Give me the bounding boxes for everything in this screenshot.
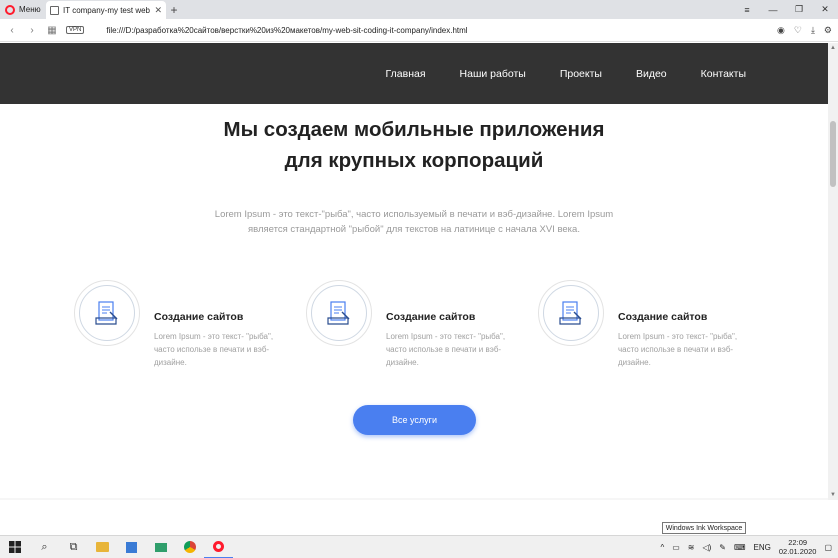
vpn-badge[interactable]: VPN [66, 26, 85, 34]
address-bar: ‹ › ▦ VPN file:///D:/разработка%20сайтов… [0, 19, 838, 42]
nav-link-contacts[interactable]: Контакты [701, 68, 746, 80]
task-view-icon[interactable]: ⧉ [59, 536, 88, 558]
page-scrollbar[interactable]: ▲ ▼ [828, 43, 838, 500]
file-explorer-icon[interactable] [88, 536, 117, 558]
windows-taskbar: ⌕ ⧉ ^ ▭ ≋ ◁) ✎ ⌨ ENG 22:09 02.01.2020 ▢ [0, 535, 838, 558]
menu-label: Меню [19, 5, 41, 14]
scrollbar-thumb[interactable] [830, 121, 836, 187]
service-description: Lorem Ipsum - это текст- "рыба", часто и… [154, 332, 274, 367]
nav-link-video[interactable]: Видео [636, 68, 667, 80]
nav-link-home[interactable]: Главная [386, 68, 426, 80]
heart-icon[interactable]: ♡ [794, 25, 802, 36]
tab-title: IT company-my test web si [63, 5, 151, 15]
nav-link-projects[interactable]: Проекты [560, 68, 602, 80]
browser-tab[interactable]: IT company-my test web si ✕ [46, 1, 166, 19]
hero-title-line1: Мы создаем мобильные приложения [223, 118, 605, 141]
chrome-icon[interactable] [175, 536, 204, 558]
forward-icon[interactable]: › [26, 25, 38, 36]
tooltip: Windows Ink Workspace [662, 522, 746, 534]
clock-time: 22:09 [788, 538, 808, 547]
store-icon[interactable] [117, 536, 146, 558]
wifi-icon[interactable]: ≋ [688, 543, 695, 552]
page-viewport: Главная Наши работы Проекты Видео Контак… [0, 43, 828, 500]
snapshot-icon[interactable]: ◉ [777, 25, 785, 36]
search-icon[interactable]: ⌕ [30, 536, 59, 558]
blueprint-icon [327, 301, 350, 325]
notifications-icon[interactable]: ▢ [824, 543, 832, 552]
service-icon-ring [538, 280, 604, 346]
service-card: Создание сайтов Lorem Ipsum - это текст-… [74, 280, 306, 369]
tray-chevron-icon[interactable]: ^ [660, 543, 664, 552]
browser-tab-strip: Меню IT company-my test web si ✕ + ≡ — ❐… [0, 0, 838, 19]
opera-logo-icon [5, 4, 15, 15]
scroll-down-icon[interactable]: ▼ [828, 492, 838, 498]
download-icon[interactable]: ⤓ [811, 25, 815, 36]
keyboard-icon[interactable]: ⌨ [734, 543, 746, 552]
photos-icon[interactable] [146, 536, 175, 558]
opera-taskbar-icon[interactable] [204, 536, 233, 558]
settings-icon[interactable]: ⚙ [824, 25, 832, 36]
service-description: Lorem Ipsum - это текст- "рыба", часто и… [386, 332, 506, 367]
hero-title: Мы создаем мобильные приложения для круп… [0, 114, 828, 176]
minimize-icon[interactable]: — [760, 5, 786, 15]
windows-logo-icon [9, 541, 21, 553]
window-controls: ≡ — ❐ ✕ [734, 0, 838, 19]
service-title: Создание сайтов [154, 311, 244, 323]
tab-close-icon[interactable]: ✕ [154, 5, 162, 16]
blueprint-icon [559, 301, 582, 325]
services-list: Создание сайтов Lorem Ipsum - это текст-… [74, 280, 774, 369]
volume-icon[interactable]: ◁) [702, 543, 711, 552]
service-icon-ring [74, 280, 140, 346]
network-icon[interactable]: ▭ [672, 543, 680, 552]
speed-dial-grid-icon[interactable]: ▦ [46, 25, 58, 36]
hero-subtitle: Lorem Ipsum - это текст-"рыба", часто ис… [214, 209, 614, 235]
blueprint-icon [95, 301, 118, 325]
nav-link-works[interactable]: Наши работы [460, 68, 526, 80]
clock-date: 02.01.2020 [778, 547, 817, 556]
all-services-button[interactable]: Все услуги [353, 405, 476, 435]
tab-menu-icon[interactable]: ≡ [734, 5, 760, 15]
service-title: Создание сайтов [618, 311, 708, 323]
page-favicon-icon [50, 5, 59, 15]
service-icon-ring [306, 280, 372, 346]
clock[interactable]: 22:09 02.01.2020 [779, 538, 817, 556]
scroll-up-icon[interactable]: ▲ [828, 45, 838, 51]
system-tray: ^ ▭ ≋ ◁) ✎ ⌨ ENG 22:09 02.01.2020 ▢ [660, 538, 838, 556]
language-indicator[interactable]: ENG [754, 543, 771, 552]
service-card: Создание сайтов Lorem Ipsum - это текст-… [538, 280, 770, 369]
start-button[interactable] [0, 541, 30, 553]
site-header: Главная Наши работы Проекты Видео Контак… [0, 43, 828, 104]
service-card: Создание сайтов Lorem Ipsum - это текст-… [306, 280, 538, 369]
hero-title-line2: для крупных корпораций [284, 149, 544, 172]
opera-menu-button[interactable]: Меню [0, 0, 46, 19]
service-description: Lorem Ipsum - это текст- "рыба", часто и… [618, 332, 738, 367]
new-tab-button[interactable]: + [166, 0, 182, 19]
back-icon[interactable]: ‹ [6, 25, 18, 36]
service-title: Создание сайтов [386, 311, 476, 323]
close-window-icon[interactable]: ✕ [812, 4, 838, 15]
url-field[interactable]: file:///D:/разработка%20сайтов/верстки%2… [106, 26, 769, 35]
ink-workspace-icon[interactable]: ✎ [719, 543, 726, 552]
restore-icon[interactable]: ❐ [786, 4, 812, 15]
